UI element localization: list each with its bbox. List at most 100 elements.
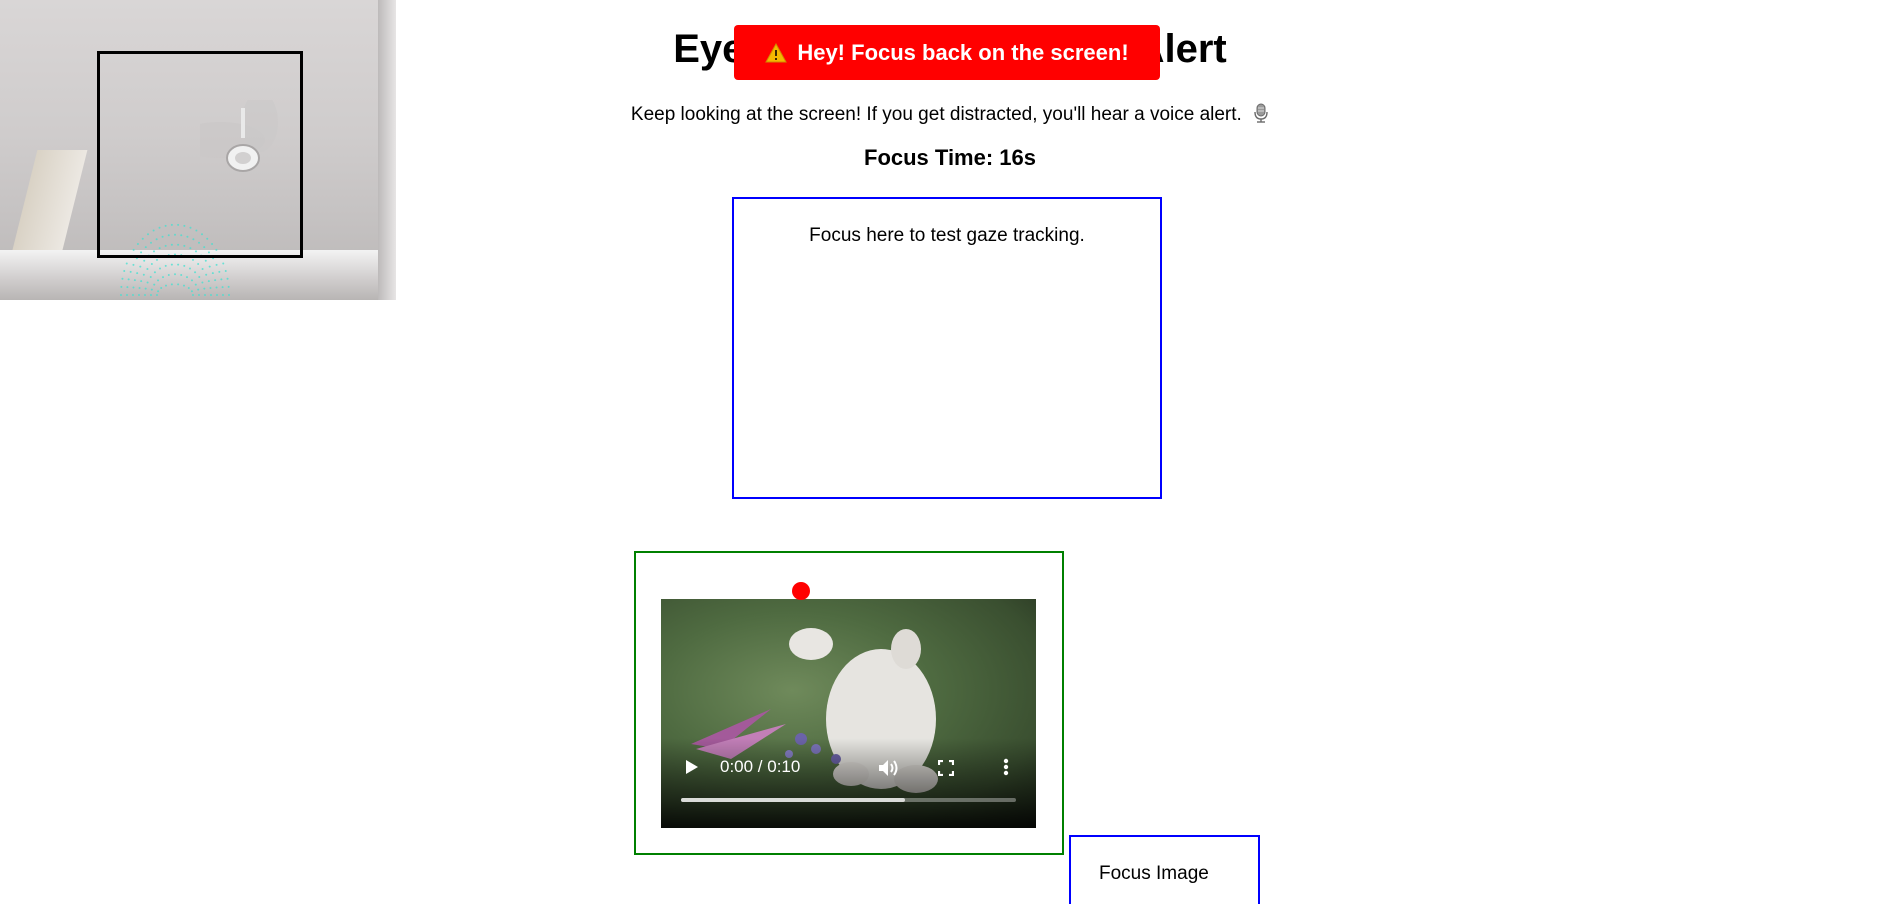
face-mesh-point [165,284,167,287]
face-mesh-point [162,276,164,279]
face-mesh-point [132,294,134,296]
face-mesh-point [194,271,197,274]
face-mesh-point [150,288,153,291]
face-mesh-point [221,286,224,289]
face-mesh-point [198,294,200,296]
face-mesh-point [228,294,230,296]
face-mesh-point [222,262,225,265]
face-mesh-point [157,279,160,282]
face-mesh-point [156,258,158,261]
page: Eye Tracking with Voice Alert Keep looki… [0,0,1900,904]
play-icon[interactable] [685,759,699,775]
face-mesh-point [153,283,156,286]
face-mesh-point [170,283,173,286]
face-mesh-point [177,283,180,286]
face-mesh-point [140,280,143,283]
fullscreen-icon[interactable] [938,760,954,776]
face-mesh-point [121,277,124,280]
focus-image-container: Focus Image [1069,835,1260,904]
face-mesh-point [183,284,185,287]
face-mesh-point [194,283,197,286]
face-mesh-point [142,273,145,276]
face-mesh-point [201,281,204,284]
face-mesh-point [186,276,188,279]
face-mesh-point [133,279,136,282]
focus-time: Focus Time: 16s [864,145,1036,170]
face-mesh-point [204,259,207,262]
face-mesh-point [203,287,206,290]
face-mesh-point [215,263,218,266]
broken-image-icon [1097,865,1098,883]
face-mesh-point [120,285,123,288]
face-mesh-point [159,267,161,270]
face-mesh-point [187,287,190,290]
face-mesh-point [127,278,130,281]
face-mesh-point [120,294,122,296]
face-mesh-point [220,278,223,281]
face-mesh-point [216,294,218,296]
face-mesh-point [136,272,139,275]
face-mesh-point [132,263,135,266]
face-mesh-point [146,281,149,284]
face-mesh-point [197,288,200,291]
face-mesh-point [138,294,140,296]
gaze-marker [792,582,810,600]
focus-image-alt: Focus Image [1099,863,1209,884]
face-mesh-point [189,267,191,270]
face-mesh-point [215,286,218,289]
microphone-icon [1254,103,1268,123]
focus-image: Focus Image [1097,863,1209,885]
face-mesh-point [227,285,230,288]
face-mesh-point [177,263,180,266]
face-mesh-point [123,269,126,272]
face-mesh-point [210,294,212,296]
face-mesh-point [126,286,129,289]
video-buffered-progress [681,798,906,802]
more-options-icon[interactable] [1003,758,1009,776]
face-mesh-point [222,294,224,296]
face-mesh-point [211,272,214,275]
face-mesh-point [164,264,167,267]
face-mesh-point [150,294,152,296]
face-mesh-point [156,294,158,296]
face-mesh-point [160,287,163,290]
face-mesh-point [226,277,229,280]
face-mesh-point [192,258,194,261]
face-mesh-point [144,294,146,296]
face-mesh-point [218,270,221,273]
face-mesh-point [129,270,132,273]
warning-icon [765,42,788,62]
face-mesh-point [132,286,135,289]
face-mesh-point [224,269,227,272]
face-mesh-point [214,279,217,282]
video-player[interactable]: 0:00 / 0:10 [661,599,1036,828]
face-mesh-point [207,280,210,283]
face-mesh-point [149,276,152,279]
face-mesh-point [150,262,153,265]
face-mesh-point [157,290,160,293]
face-mesh-point [205,273,208,276]
face-mesh-point [126,294,128,296]
video-seek-bar[interactable] [681,798,1016,802]
face-mesh-point [209,286,212,289]
face-mesh-point [192,294,194,296]
face-mesh-point [174,273,176,276]
page-subtitle: Keep looking at the screen! If you get d… [0,103,1900,127]
face-mesh-point [125,262,128,265]
face-mesh-point [197,262,200,265]
face-mesh-point [204,294,206,296]
volume-icon[interactable] [878,759,900,777]
subtitle-text: Keep looking at the screen! If you get d… [630,104,1242,125]
face-mesh-point [138,286,141,289]
face-mesh-point [153,271,156,274]
gaze-test-area: Focus here to test gaze tracking. [732,197,1162,499]
face-mesh-point [183,264,186,267]
video-controls: 0:00 / 0:10 [661,599,1036,828]
face-mesh-point [198,276,201,279]
face-mesh-point [180,274,183,277]
alert-text: Hey! Focus back on the screen! [797,39,1129,65]
face-mesh-point [143,259,146,262]
face-mesh-point [190,290,193,293]
face-mesh-point [170,263,173,266]
distraction-alert: Hey! Focus back on the screen! [734,25,1160,80]
